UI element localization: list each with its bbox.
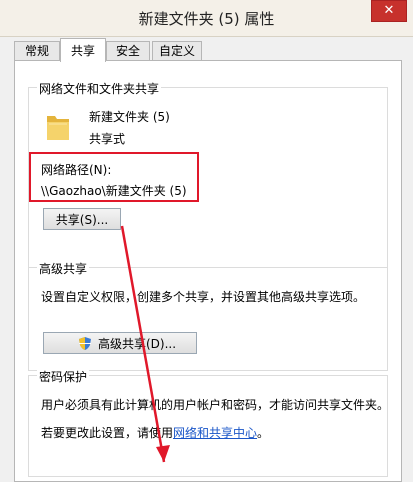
tab-sharing[interactable]: 共享: [60, 38, 106, 62]
annotation-arrow: [120, 225, 170, 463]
